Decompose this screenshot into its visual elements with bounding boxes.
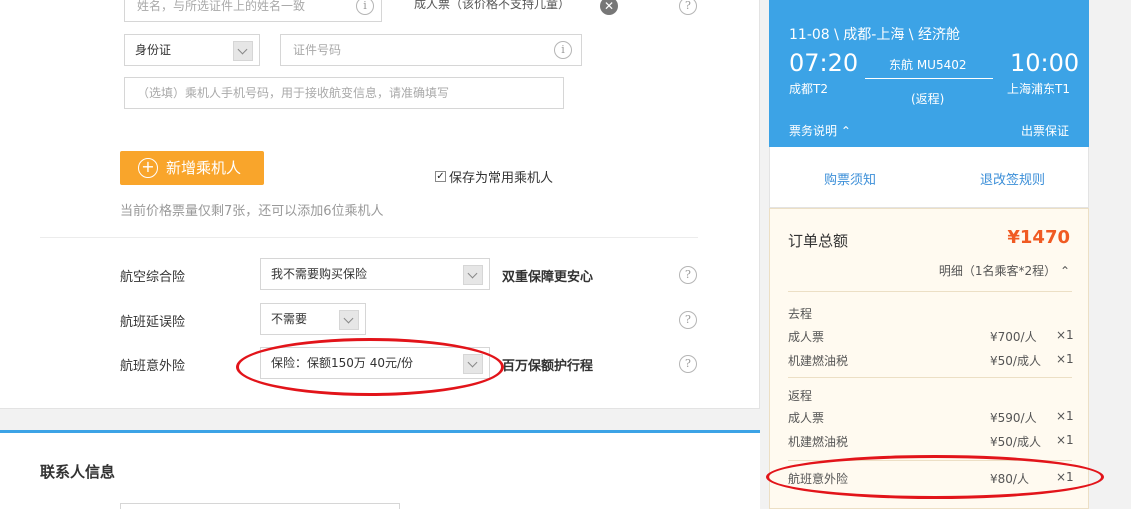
line-item-price: ¥50/成人: [990, 354, 1041, 368]
guarantee-link[interactable]: 出票保证: [1021, 122, 1069, 139]
add-passenger-button[interactable]: + 新增乘机人: [120, 151, 264, 185]
ticket-notes-toggle[interactable]: 票务说明 ⌃: [789, 122, 851, 139]
section-title: 联系人信息: [40, 463, 116, 481]
insurance-select-value: 我不需要购买保险: [271, 267, 368, 281]
contact-panel: 联系人信息: [0, 430, 760, 509]
phone-input[interactable]: （选填）乘机人手机号码，用于接收航变信息，请准确填写: [124, 77, 564, 109]
divider: [788, 377, 1072, 378]
chevron-down-icon: [233, 41, 253, 61]
remaining-note: 当前价格票量仅剩7张，还可以添加6位乘机人: [120, 204, 384, 219]
refund-rules-link[interactable]: 退改签规则: [980, 169, 1045, 188]
insurance-select[interactable]: 不需要: [260, 303, 366, 335]
chevron-down-icon: [339, 310, 359, 330]
chevron-up-icon: ⌃: [1059, 264, 1070, 278]
order-detail-toggle[interactable]: 明细（1名乘客*2程） ⌃: [939, 262, 1070, 279]
plus-circle-icon: +: [138, 158, 158, 178]
ticket-links: 购票须知 退改签规则: [769, 147, 1089, 208]
arrive-airport: 上海浦东T1: [1007, 82, 1070, 96]
divider: [40, 237, 698, 238]
close-icon[interactable]: ✕: [600, 0, 618, 15]
trip-type: (返程): [911, 92, 945, 106]
contact-input[interactable]: [120, 503, 400, 509]
order-total-value: ¥1470: [1007, 227, 1070, 248]
divider: [788, 291, 1072, 292]
divider: [788, 460, 1072, 461]
insurance-select-value: 不需要: [271, 312, 308, 326]
line-item-qty: ×1: [1056, 328, 1074, 342]
insurance-promo: 双重保障更安心: [502, 270, 594, 285]
help-icon[interactable]: ?: [679, 266, 697, 284]
line-item-name: 机建燃油税: [788, 435, 849, 449]
line-item-price: ¥590/人: [990, 411, 1037, 425]
chevron-up-icon: ⌃: [840, 124, 851, 138]
route-summary: 11-08 \ 成都-上海 \ 经济舱: [789, 27, 960, 43]
depart-time: 07:20: [789, 49, 859, 77]
arrow-right-icon: [865, 78, 993, 79]
add-passenger-label: 新增乘机人: [166, 159, 242, 177]
order-summary: 订单总额 ¥1470 明细（1名乘客*2程） ⌃ 去程 成人票 ¥700/人 ×…: [769, 208, 1089, 509]
name-input[interactable]: 姓名，与所选证件上的姓名一致: [124, 0, 382, 22]
arrive-time: 10:00: [1010, 49, 1080, 77]
line-item-name: 成人票: [788, 330, 825, 344]
order-total-label: 订单总额: [788, 232, 849, 250]
chevron-down-icon: [463, 354, 483, 374]
help-icon[interactable]: ?: [679, 0, 697, 15]
save-frequent-label[interactable]: 保存为常用乘机人: [449, 167, 553, 186]
insurance-select[interactable]: 我不需要购买保险: [260, 258, 490, 290]
insurance-label: 航空综合险: [120, 270, 186, 285]
line-item-qty: ×1: [1056, 470, 1074, 484]
flight-number: 东航 MU5402: [889, 58, 967, 72]
return-title: 返程: [788, 389, 813, 403]
purchase-info-link[interactable]: 购票须知: [824, 169, 876, 188]
help-icon[interactable]: ?: [679, 355, 697, 373]
line-item-qty: ×1: [1056, 409, 1074, 423]
ticket-type-note: 成人票（该价格不支持儿童）: [414, 0, 571, 11]
ticket-notes-label: 票务说明: [789, 124, 838, 138]
insurance-label: 航班延误险: [120, 315, 186, 330]
order-detail-label: 明细（1名乘客*2程）: [938, 264, 1057, 278]
line-item-price: ¥700/人: [990, 330, 1037, 344]
insurance-select[interactable]: 保险：保额150万 40元/份: [260, 347, 490, 379]
insurance-promo: 百万保额护行程: [502, 359, 594, 374]
line-item-name: 成人票: [788, 411, 825, 425]
line-item-name: 机建燃油税: [788, 354, 849, 368]
id-type-value: 身份证: [135, 43, 172, 57]
info-icon[interactable]: i: [554, 41, 572, 59]
id-type-select[interactable]: 身份证: [124, 34, 260, 66]
line-item-qty: ×1: [1056, 433, 1074, 447]
passenger-form-panel: 姓名，与所选证件上的姓名一致 i 成人票（该价格不支持儿童） ✕ ? 身份证 证…: [0, 0, 760, 409]
line-item-name: 航班意外险: [788, 472, 849, 486]
line-item-price: ¥80/人: [990, 472, 1029, 486]
save-frequent-checkbox[interactable]: ✓: [435, 171, 446, 182]
line-item-qty: ×1: [1056, 352, 1074, 366]
id-number-input[interactable]: 证件号码: [280, 34, 582, 66]
insurance-label: 航班意外险: [120, 359, 186, 374]
line-item-price: ¥50/成人: [990, 435, 1041, 449]
flight-card: 11-08 \ 成都-上海 \ 经济舱 07:20 10:00 东航 MU540…: [769, 0, 1089, 147]
help-icon[interactable]: ?: [679, 311, 697, 329]
outbound-title: 去程: [788, 307, 813, 321]
chevron-down-icon: [463, 265, 483, 285]
depart-airport: 成都T2: [789, 82, 828, 96]
insurance-select-value: 保险：保额150万 40元/份: [271, 356, 414, 370]
